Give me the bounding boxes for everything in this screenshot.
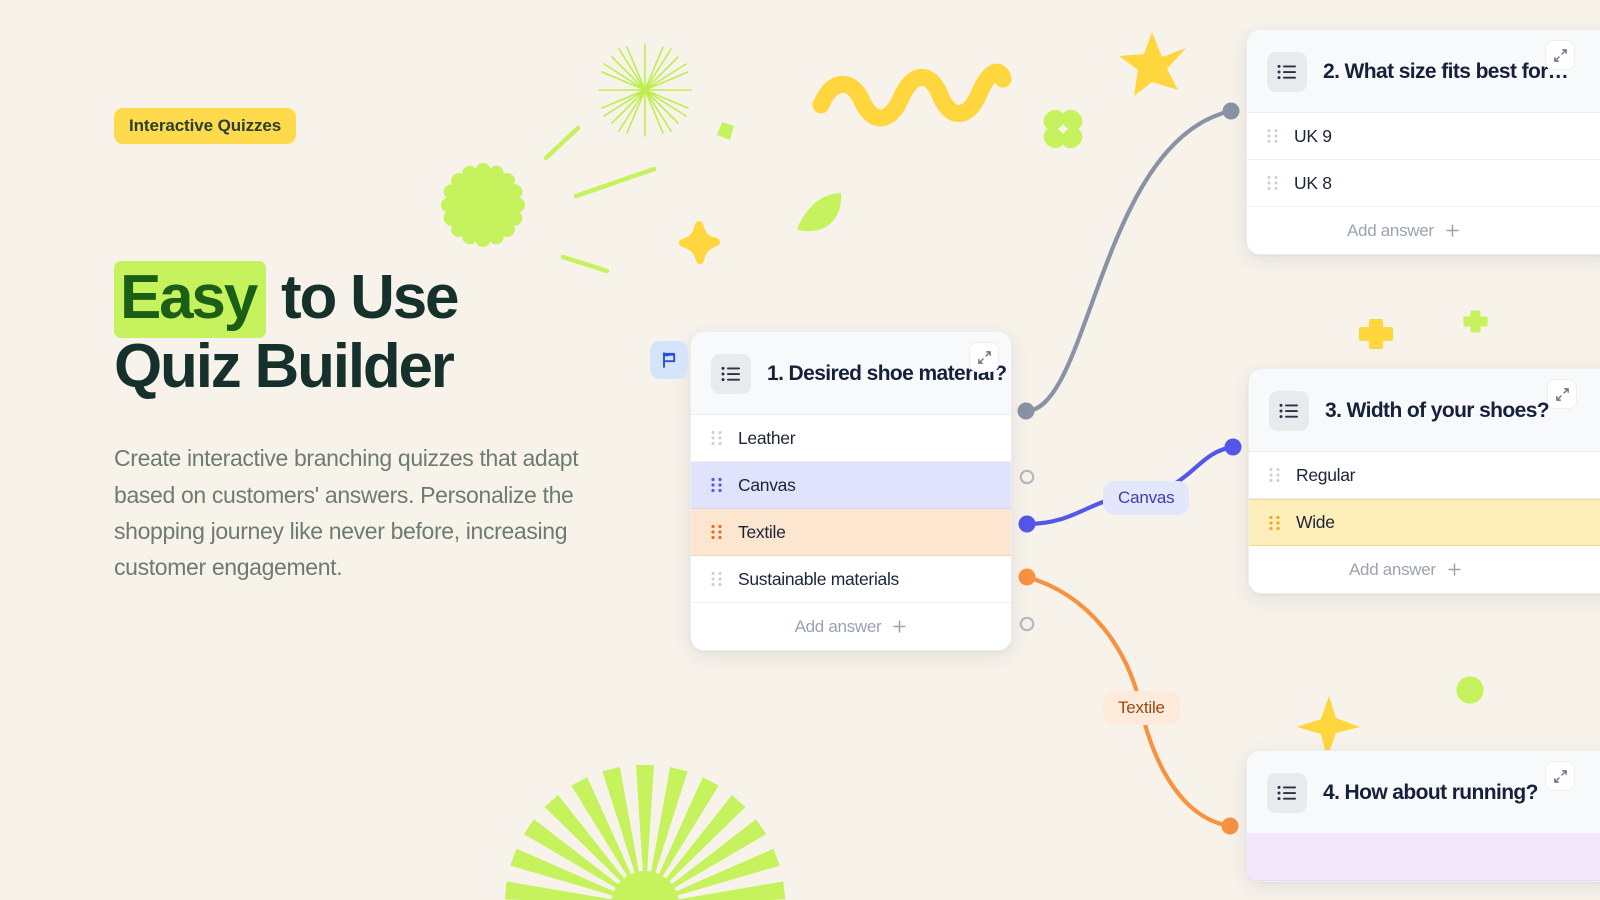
answer-label: Wide: [1296, 512, 1335, 532]
add-answer-label: Add answer: [794, 616, 882, 636]
hero-body: Create interactive branching quizzes tha…: [114, 445, 579, 581]
canvas-stage: Interactive Quizzes Easy to Use Quiz Buil…: [0, 0, 1600, 900]
answer-label: UK 9: [1294, 125, 1332, 146]
sparkle-icon: [1297, 696, 1360, 758]
port-card4-in[interactable]: [1221, 817, 1239, 835]
drag-handle-icon[interactable]: [1269, 515, 1280, 531]
question-title: 3. Width of your shoes?: [1325, 399, 1550, 422]
answer-row[interactable]: Sustainable materials: [691, 556, 1011, 603]
list-icon: [1277, 64, 1296, 80]
add-answer-button[interactable]: Add answer: [691, 603, 1011, 650]
add-answer-label: Add answer: [1349, 559, 1436, 579]
expand-icon: [1555, 387, 1569, 401]
page-title: Easy to Use Quiz Builder: [114, 261, 714, 402]
answer-label: Leather: [738, 427, 796, 448]
drag-handle-icon[interactable]: [711, 477, 722, 493]
card-header: 1. Desired shoe material?: [691, 332, 1011, 415]
drag-handle-icon[interactable]: [711, 524, 722, 540]
question-type-icon-wrap: [1269, 391, 1309, 431]
answer-row[interactable]: UK 9: [1247, 113, 1600, 160]
leaf-icon: [797, 195, 840, 231]
question-title: 4. How about running?: [1323, 781, 1538, 804]
port-blue-filled[interactable]: [1018, 515, 1036, 533]
edge-label-canvas[interactable]: Canvas: [1103, 481, 1190, 515]
expand-button[interactable]: [1547, 379, 1577, 409]
answer-row-selected-blue[interactable]: Canvas: [691, 462, 1011, 509]
answer-label: Sustainable materials: [738, 568, 900, 589]
port-orange-filled[interactable]: [1018, 568, 1036, 586]
plus-yellow-icon: [1359, 319, 1393, 349]
question-title: 2. What size fits best for…: [1323, 60, 1569, 83]
flag-badge[interactable]: [650, 341, 688, 379]
answer-label: UK 8: [1294, 172, 1332, 193]
diamond-small-icon: [717, 122, 734, 140]
expand-button[interactable]: [969, 342, 999, 372]
hero-copy: Interactive Quizzes Easy to Use Quiz Buil…: [114, 108, 714, 586]
leaf-icon-body: [798, 193, 842, 232]
quiz-card-1[interactable]: 1. Desired shoe material? Leather Canvas: [690, 331, 1012, 651]
quiz-card-4[interactable]: 4. How about running?: [1246, 750, 1600, 882]
card-header: 3. Width of your shoes?: [1249, 369, 1600, 452]
port-card3-in[interactable]: [1224, 438, 1242, 456]
expand-icon: [977, 350, 991, 364]
port-gray-filled[interactable]: [1017, 402, 1035, 420]
question-type-icon-wrap: [711, 354, 751, 394]
answer-row[interactable]: UK 8: [1247, 160, 1600, 207]
answer-label: Canvas: [738, 474, 796, 495]
port-empty-lower[interactable]: [1019, 616, 1035, 632]
answer-row-selected-purple[interactable]: [1247, 834, 1600, 881]
answer-row-selected-orange[interactable]: Textile: [691, 509, 1011, 556]
drag-handle-icon[interactable]: [711, 430, 722, 446]
squiggle-icon: [812, 63, 1012, 127]
plus-icon: [1446, 224, 1459, 237]
add-answer-button[interactable]: Add answer: [1247, 207, 1600, 254]
expand-icon: [1553, 769, 1567, 783]
add-answer-label: Add answer: [1347, 220, 1434, 240]
expand-icon: [1553, 48, 1567, 62]
drag-handle-icon[interactable]: [1267, 175, 1278, 191]
list-icon: [721, 366, 740, 382]
add-answer-button[interactable]: Add answer: [1249, 546, 1600, 593]
clover-icon: [1043, 109, 1083, 149]
question-type-icon-wrap: [1267, 52, 1307, 92]
drag-handle-icon[interactable]: [711, 571, 722, 587]
star-4-icon-a: [1119, 32, 1186, 96]
cog-icon: [1456, 676, 1484, 704]
headline-line2: Quiz Builder: [114, 332, 455, 402]
sunburst-large-icon: [504, 765, 786, 900]
card-header: 4. How about running?: [1247, 751, 1600, 834]
list-icon: [1277, 785, 1296, 801]
quiz-card-2[interactable]: 2. What size fits best for… UK 9 UK 8 Ad…: [1246, 29, 1600, 255]
answer-label: Regular: [1296, 464, 1356, 485]
port-card2-in[interactable]: [1222, 102, 1240, 120]
answer-row[interactable]: Leather: [691, 415, 1011, 462]
drag-handle-icon[interactable]: [1267, 128, 1278, 144]
plus-green-icon: [1463, 310, 1488, 333]
port-empty-upper[interactable]: [1019, 469, 1035, 485]
headline-rest: to Use: [266, 263, 460, 332]
flag-icon: [663, 352, 676, 368]
plus-icon: [1448, 563, 1461, 576]
edge-gray: [1023, 108, 1234, 414]
quiz-card-3[interactable]: 3. Width of your shoes? Regular Wide Add…: [1248, 368, 1600, 594]
drag-handle-icon[interactable]: [1269, 467, 1280, 483]
answer-label: Textile: [738, 521, 786, 542]
eyebrow-badge: Interactive Quizzes: [114, 108, 297, 144]
edge-label-textile[interactable]: Textile: [1103, 691, 1180, 725]
headline-highlight: Easy: [114, 261, 266, 338]
expand-button[interactable]: [1545, 40, 1575, 70]
expand-button[interactable]: [1545, 761, 1575, 791]
answer-row-selected-yellow[interactable]: Wide: [1249, 499, 1600, 546]
plus-icon: [893, 620, 907, 633]
card-header: 2. What size fits best for…: [1247, 30, 1600, 113]
list-icon: [1279, 403, 1298, 419]
question-type-icon-wrap: [1267, 773, 1307, 813]
answer-row[interactable]: Regular: [1249, 452, 1600, 499]
